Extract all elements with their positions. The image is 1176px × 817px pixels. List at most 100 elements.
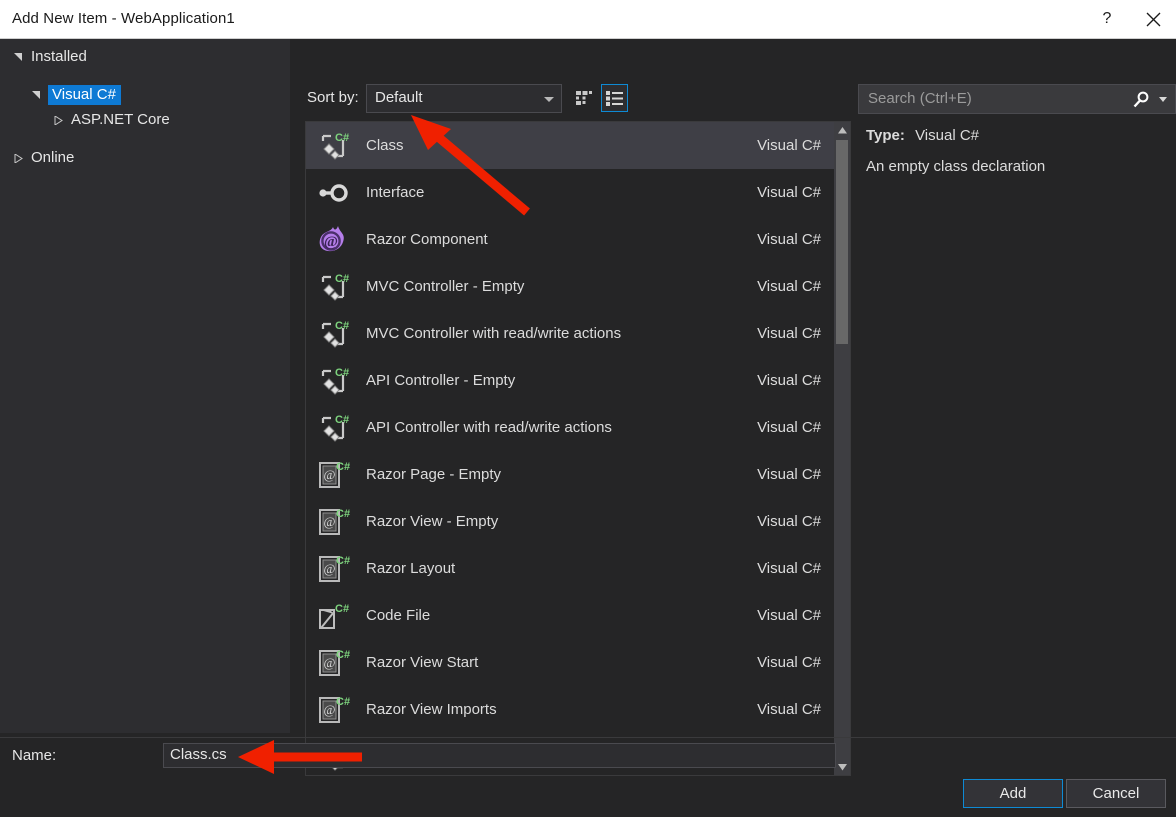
grid-view-button[interactable]	[571, 84, 598, 112]
template-list-item[interactable]: @Razor ComponentVisual C#	[306, 216, 835, 263]
code-file-icon: C#	[316, 599, 350, 633]
template-item-name: Code File	[366, 607, 757, 624]
template-item-name: MVC Controller - Empty	[366, 278, 757, 295]
chevron-right-icon	[10, 150, 26, 166]
svg-text:C#: C#	[336, 461, 350, 473]
svg-text:@: @	[324, 467, 336, 482]
template-item-name: Razor Component	[366, 231, 757, 248]
class-icon: C#	[316, 270, 350, 304]
template-item-language: Visual C#	[757, 654, 821, 671]
sidebar-item-online[interactable]: Online	[10, 146, 76, 170]
name-input-value: Class.cs	[170, 746, 227, 763]
template-list-item[interactable]: C# API Controller - EmptyVisual C#	[306, 357, 835, 404]
class-icon: C#	[316, 129, 350, 163]
template-list[interactable]: C#ClassVisual C#InterfaceVisual C#@Razor…	[305, 121, 851, 776]
razor-page-icon: @C#	[316, 646, 350, 680]
razor-page-icon: @C#	[316, 552, 350, 586]
name-input[interactable]: Class.cs	[163, 743, 836, 768]
sort-by-value: Default	[375, 89, 423, 106]
name-label: Name:	[12, 747, 56, 764]
class-icon: C#	[316, 270, 350, 304]
details-pane: Type: Visual C# An empty class declarati…	[866, 127, 1166, 189]
class-icon: C#	[316, 364, 350, 398]
template-list-item[interactable]: @C# Razor View StartVisual C#	[306, 639, 835, 686]
list-scrollbar[interactable]	[834, 122, 850, 775]
template-item-name: Razor View Start	[366, 654, 757, 671]
sidebar-item-aspnet-core[interactable]: ASP.NET Core	[50, 108, 172, 132]
template-item-name: API Controller with read/write actions	[366, 419, 757, 436]
category-tree: Installed Visual C# ASP.NET Core Online	[0, 39, 290, 733]
template-list-item[interactable]: C#MVC Controller with read/write actions…	[306, 310, 835, 357]
template-list-item[interactable]: C# API Controller with read/write actions…	[306, 404, 835, 451]
chevron-down-icon[interactable]	[1159, 97, 1167, 102]
razor-page-icon: @C#	[316, 646, 350, 680]
template-item-language: Visual C#	[757, 466, 821, 483]
template-item-language: Visual C#	[757, 560, 821, 577]
template-item-language: Visual C#	[757, 372, 821, 389]
chevron-down-icon	[28, 87, 44, 103]
template-list-item[interactable]: C#ClassVisual C#	[306, 122, 835, 169]
dialog-body: Installed Visual C# ASP.NET Core Online …	[0, 39, 1176, 817]
class-icon: C#	[316, 411, 350, 445]
scroll-up-arrow[interactable]	[834, 122, 850, 138]
template-list-item[interactable]: @C#Razor View - EmptyVisual C#	[306, 498, 835, 545]
sidebar-item-visual-csharp[interactable]: Visual C#	[28, 83, 121, 107]
sidebar-item-label: ASP.NET Core	[70, 110, 172, 130]
svg-text:C#: C#	[335, 273, 349, 285]
scroll-down-arrow[interactable]	[834, 759, 850, 775]
class-icon: C#	[316, 364, 350, 398]
search-input[interactable]: Search (Ctrl+E)	[858, 84, 1176, 114]
question-mark-icon: ?	[1103, 11, 1112, 27]
add-button[interactable]: Add	[963, 779, 1063, 808]
template-list-item[interactable]: C# MVC Controller - EmptyVisual C#	[306, 263, 835, 310]
close-button[interactable]	[1130, 0, 1176, 38]
chevron-right-icon	[50, 112, 66, 128]
razor-page-icon: @C#	[316, 458, 350, 492]
scrollbar-thumb[interactable]	[836, 140, 848, 344]
code-file-icon: C#	[316, 599, 350, 633]
razor-page-icon: @C#	[316, 693, 350, 727]
template-item-language: Visual C#	[757, 325, 821, 342]
sidebar-item-label: Installed	[30, 47, 89, 67]
template-list-item[interactable]: @C#Razor Page - EmptyVisual C#	[306, 451, 835, 498]
svg-text:C#: C#	[336, 649, 350, 661]
template-item-language: Visual C#	[757, 513, 821, 530]
svg-text:C#: C#	[335, 603, 349, 615]
template-item-language: Visual C#	[757, 419, 821, 436]
template-item-name: API Controller - Empty	[366, 372, 757, 389]
class-icon: C#	[316, 411, 350, 445]
cancel-button[interactable]: Cancel	[1066, 779, 1166, 808]
template-list-item[interactable]: C#Code FileVisual C#	[306, 592, 835, 639]
details-type-key: Type:	[866, 127, 905, 144]
chevron-down-icon	[10, 49, 26, 65]
template-item-name: Class	[366, 137, 757, 154]
svg-text:C#: C#	[335, 132, 349, 144]
sidebar-item-installed[interactable]: Installed	[10, 45, 89, 69]
list-view-button[interactable]	[601, 84, 628, 112]
svg-text:C#: C#	[335, 367, 349, 379]
razor-page-icon: @C#	[316, 458, 350, 492]
interface-icon	[316, 176, 350, 210]
sort-by-dropdown[interactable]: Default	[366, 84, 562, 113]
template-item-name: MVC Controller with read/write actions	[366, 325, 757, 342]
template-list-item[interactable]: @C# Razor LayoutVisual C#	[306, 545, 835, 592]
template-list-inner: C#ClassVisual C#InterfaceVisual C#@Razor…	[306, 122, 835, 776]
close-icon	[1146, 12, 1161, 27]
search-icon	[1131, 90, 1151, 110]
grid-view-icon	[576, 90, 593, 106]
svg-text:C#: C#	[335, 414, 349, 426]
list-view-icon	[606, 90, 623, 106]
template-item-language: Visual C#	[757, 278, 821, 295]
template-list-item[interactable]: InterfaceVisual C#	[306, 169, 835, 216]
template-list-item[interactable]: @C#Razor View ImportsVisual C#	[306, 686, 835, 733]
help-button[interactable]: ?	[1084, 0, 1130, 38]
template-item-language: Visual C#	[757, 184, 821, 201]
details-type-row: Type: Visual C#	[866, 127, 1166, 144]
svg-text:@: @	[324, 514, 336, 529]
razor-flame-icon: @	[316, 223, 350, 257]
razor-page-icon: @C#	[316, 505, 350, 539]
sidebar-item-label: Online	[30, 148, 76, 168]
search-placeholder: Search (Ctrl+E)	[868, 90, 972, 107]
window-title: Add New Item - WebApplication1	[12, 10, 235, 27]
template-item-name: Razor Layout	[366, 560, 757, 577]
